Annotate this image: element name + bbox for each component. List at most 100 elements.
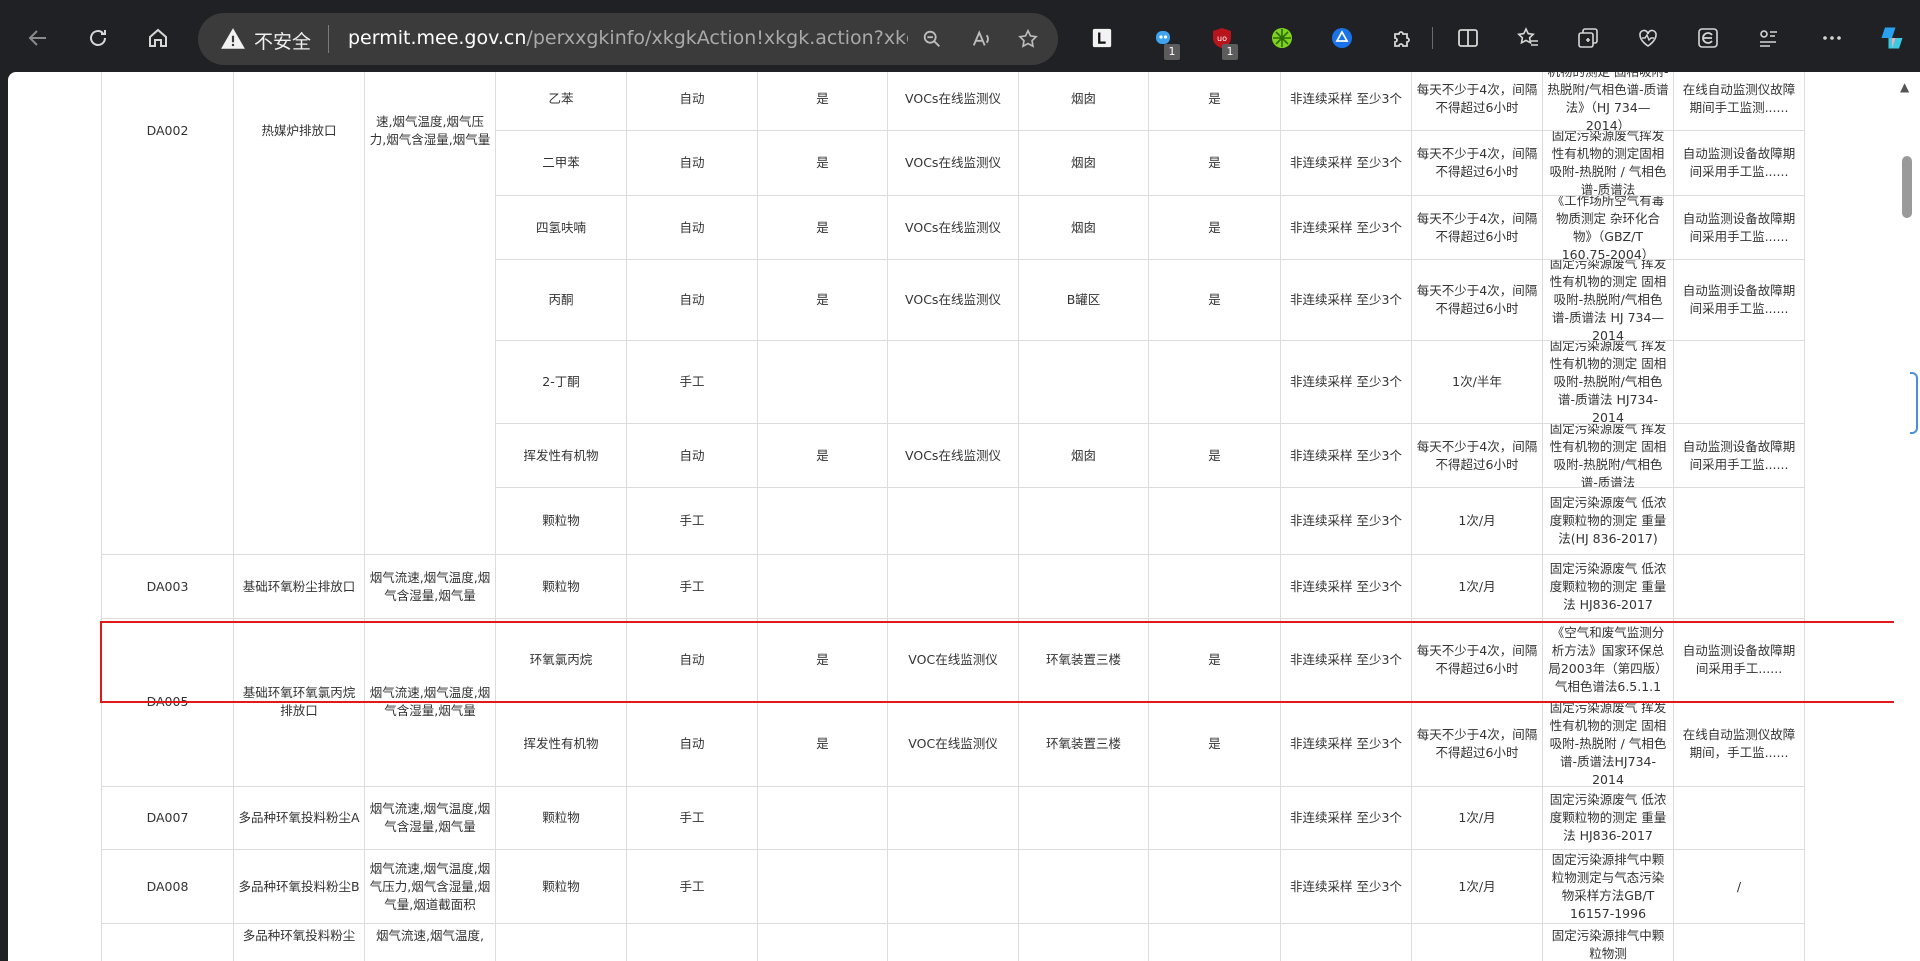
table-gridline: [626, 923, 758, 924]
cell-outlet-name: 基础环氧环氧氯丙烷排放口: [242, 685, 356, 718]
cell-frequency: 每天不少于4次，间隔不得超过6小时: [1416, 727, 1538, 760]
extension-l-icon[interactable]: [1084, 20, 1120, 56]
cell-frequency: 每天不少于4次，间隔不得超过6小时: [1416, 146, 1538, 179]
security-label[interactable]: 不安全: [254, 27, 311, 54]
table-gridline: [887, 923, 1019, 924]
cell-frequency: 每天不少于4次，间隔不得超过6小时: [1416, 283, 1538, 316]
cell-standard: 机物的测定 固相吸附-热脱附/气相色谱-质谱法》（HJ 734—2014）: [1547, 72, 1669, 130]
back-icon[interactable]: [20, 20, 56, 56]
cell-pollutant: 2-丁酮: [542, 374, 580, 389]
warning-icon[interactable]: [220, 26, 246, 52]
cell-method: 自动: [679, 292, 705, 307]
cell-standard: 固定污染源废气 低浓度颗粒物的测定 重量法 HJ836-2017: [1549, 792, 1667, 843]
cell-certified: 是: [1208, 447, 1221, 463]
table-gridline: [1148, 786, 1281, 787]
favorites-icon[interactable]: [1510, 20, 1546, 56]
cell-other: 自动监测设备故障期间采用手工监......: [1682, 210, 1796, 244]
table-gridline: [1148, 487, 1281, 488]
copilot-icon[interactable]: [1874, 20, 1910, 56]
table-gridline: [887, 340, 1019, 341]
cell-certified: 是: [1208, 652, 1221, 667]
cell-pollutant: 环氧氯丙烷: [529, 652, 593, 667]
cell-outlet-name: 多品种环氧投料粉尘B: [238, 878, 360, 894]
cell-outlet-id: DA007: [146, 810, 189, 825]
zoom-icon[interactable]: [918, 25, 946, 53]
table-gridline: [757, 923, 888, 924]
table-gridline: [1148, 340, 1281, 341]
cell-method: 自动: [679, 219, 705, 235]
extension-green-icon[interactable]: [1264, 20, 1300, 56]
table-gridline: [1411, 923, 1543, 924]
cell-method: 自动: [679, 736, 705, 751]
cell-pollutant: 挥发性有机物: [523, 447, 599, 463]
cell-sampling: 非连续采样 至少3个: [1290, 90, 1402, 106]
cell-method: 自动: [679, 155, 705, 170]
cell-outlet-id: DA005: [146, 694, 189, 709]
home-icon[interactable]: [140, 20, 176, 56]
more-tools-icon[interactable]: [1750, 20, 1786, 56]
address-bar[interactable]: 不安全 permit.mee.gov.cn/perxxgkinfo/xkgkAc…: [198, 13, 1058, 65]
cell-outlet-id: DA003: [146, 578, 189, 594]
table-gridline: [1673, 923, 1805, 924]
cell-standard: 固定污染源废气 挥发性有机物的测定 固相吸附-热脱附/气相色谱-质谱法 HJ 7…: [1549, 260, 1667, 340]
cell-instrument: VOCs在线监测仪: [905, 447, 1001, 463]
cell-standard: 固定污染源废气 挥发性有机物的测定 固相吸附-热脱附 / 气相色谱-质谱法HJ7…: [1549, 702, 1667, 786]
cell-params: 烟气流速,烟气温度,烟气含湿量,烟气量: [369, 685, 491, 718]
cell-frequency: 1次/月: [1458, 513, 1496, 528]
extension-triangle-icon[interactable]: [1324, 20, 1360, 56]
cell-standard: 固定污染源废气 低浓度颗粒物的测定 重量法(HJ 836-2017): [1549, 495, 1667, 546]
more-icon[interactable]: [1814, 20, 1850, 56]
cell-standard: 固定污染源排气中颗粒物测: [1551, 928, 1665, 961]
cell-networked: 是: [816, 652, 829, 667]
table-gridline: [757, 487, 888, 488]
cell-pollutant: 乙苯: [548, 90, 574, 106]
cell-location: 烟囱: [1070, 90, 1096, 106]
cell-certified: 是: [1208, 736, 1221, 751]
cell-params: 烟气流速,烟气温度,烟气含湿量,烟气量: [369, 801, 491, 834]
cell-location: 环氧装置三楼: [1045, 652, 1121, 667]
address-divider: [328, 25, 329, 53]
refresh-icon[interactable]: [80, 20, 116, 56]
cell-sampling: 非连续采样 至少3个: [1290, 374, 1402, 389]
cell-location: 烟囱: [1070, 219, 1096, 235]
table-gridline: [1018, 487, 1149, 488]
cell-outlet-name: 热媒炉排放口: [261, 123, 337, 138]
read-aloud-icon[interactable]: [968, 25, 996, 53]
cell-other: 在线自动监测仪故障期间，手工监......: [1682, 727, 1796, 760]
table-gridline: [1280, 923, 1412, 924]
split-screen-icon[interactable]: [1450, 20, 1486, 56]
table-gridline: [757, 554, 888, 555]
cell-sampling: 非连续采样 至少3个: [1290, 155, 1402, 170]
cell-method: 自动: [679, 447, 705, 463]
cell-pollutant: 四氢呋喃: [535, 219, 586, 235]
puzzle-icon[interactable]: [1384, 20, 1420, 56]
table-gridline: [1148, 849, 1281, 850]
cell-sampling: 非连续采样 至少3个: [1290, 652, 1402, 667]
table-gridline: [1148, 554, 1281, 555]
cell-location: 环氧装置三楼: [1045, 736, 1121, 751]
table-gridline: [101, 923, 234, 924]
toolbar-divider: [1430, 20, 1434, 56]
performance-icon[interactable]: [1630, 20, 1666, 56]
cell-method: 手工: [679, 374, 705, 389]
browser-essentials-icon[interactable]: [1690, 20, 1726, 56]
scroll-up-arrow-icon[interactable]: ▲: [1900, 80, 1909, 94]
vertical-scrollbar[interactable]: ▲: [1894, 72, 1920, 961]
cell-params: 烟气流速,烟气温度,: [376, 928, 484, 943]
cell-standard: 固定污染源废气挥发性有机物的测定固相吸附-热脱附 / 气相色谱-质谱法: [1549, 131, 1667, 195]
cell-sampling: 非连续采样 至少3个: [1290, 447, 1402, 463]
scrollbar-thumb[interactable]: [1902, 156, 1912, 218]
cell-standard: 《工作场所空气有毒物质测定 杂环化合物》（GBZ/T 160.75-2004）: [1551, 196, 1665, 259]
cell-location: 烟囱: [1070, 155, 1096, 170]
url-text[interactable]: permit.mee.gov.cn/perxxgkinfo/xkgkAction…: [348, 27, 908, 49]
cell-instrument: VOC在线监测仪: [908, 736, 998, 751]
cell-outlet-id: DA002: [146, 123, 189, 138]
page-viewport: DA002 热媒炉排放口 速,烟气温度,烟气压力,烟气含湿量,烟气量 乙苯 自动是 VOC…: [8, 72, 1904, 961]
favorite-star-icon[interactable]: [1014, 25, 1042, 53]
cell-networked: 是: [816, 292, 829, 307]
cell-method: 自动: [679, 90, 705, 106]
cell-networked: 是: [816, 447, 829, 463]
collections-icon[interactable]: [1570, 20, 1606, 56]
svg-text:uo: uo: [1217, 34, 1227, 43]
cell-certified: 是: [1208, 292, 1221, 307]
